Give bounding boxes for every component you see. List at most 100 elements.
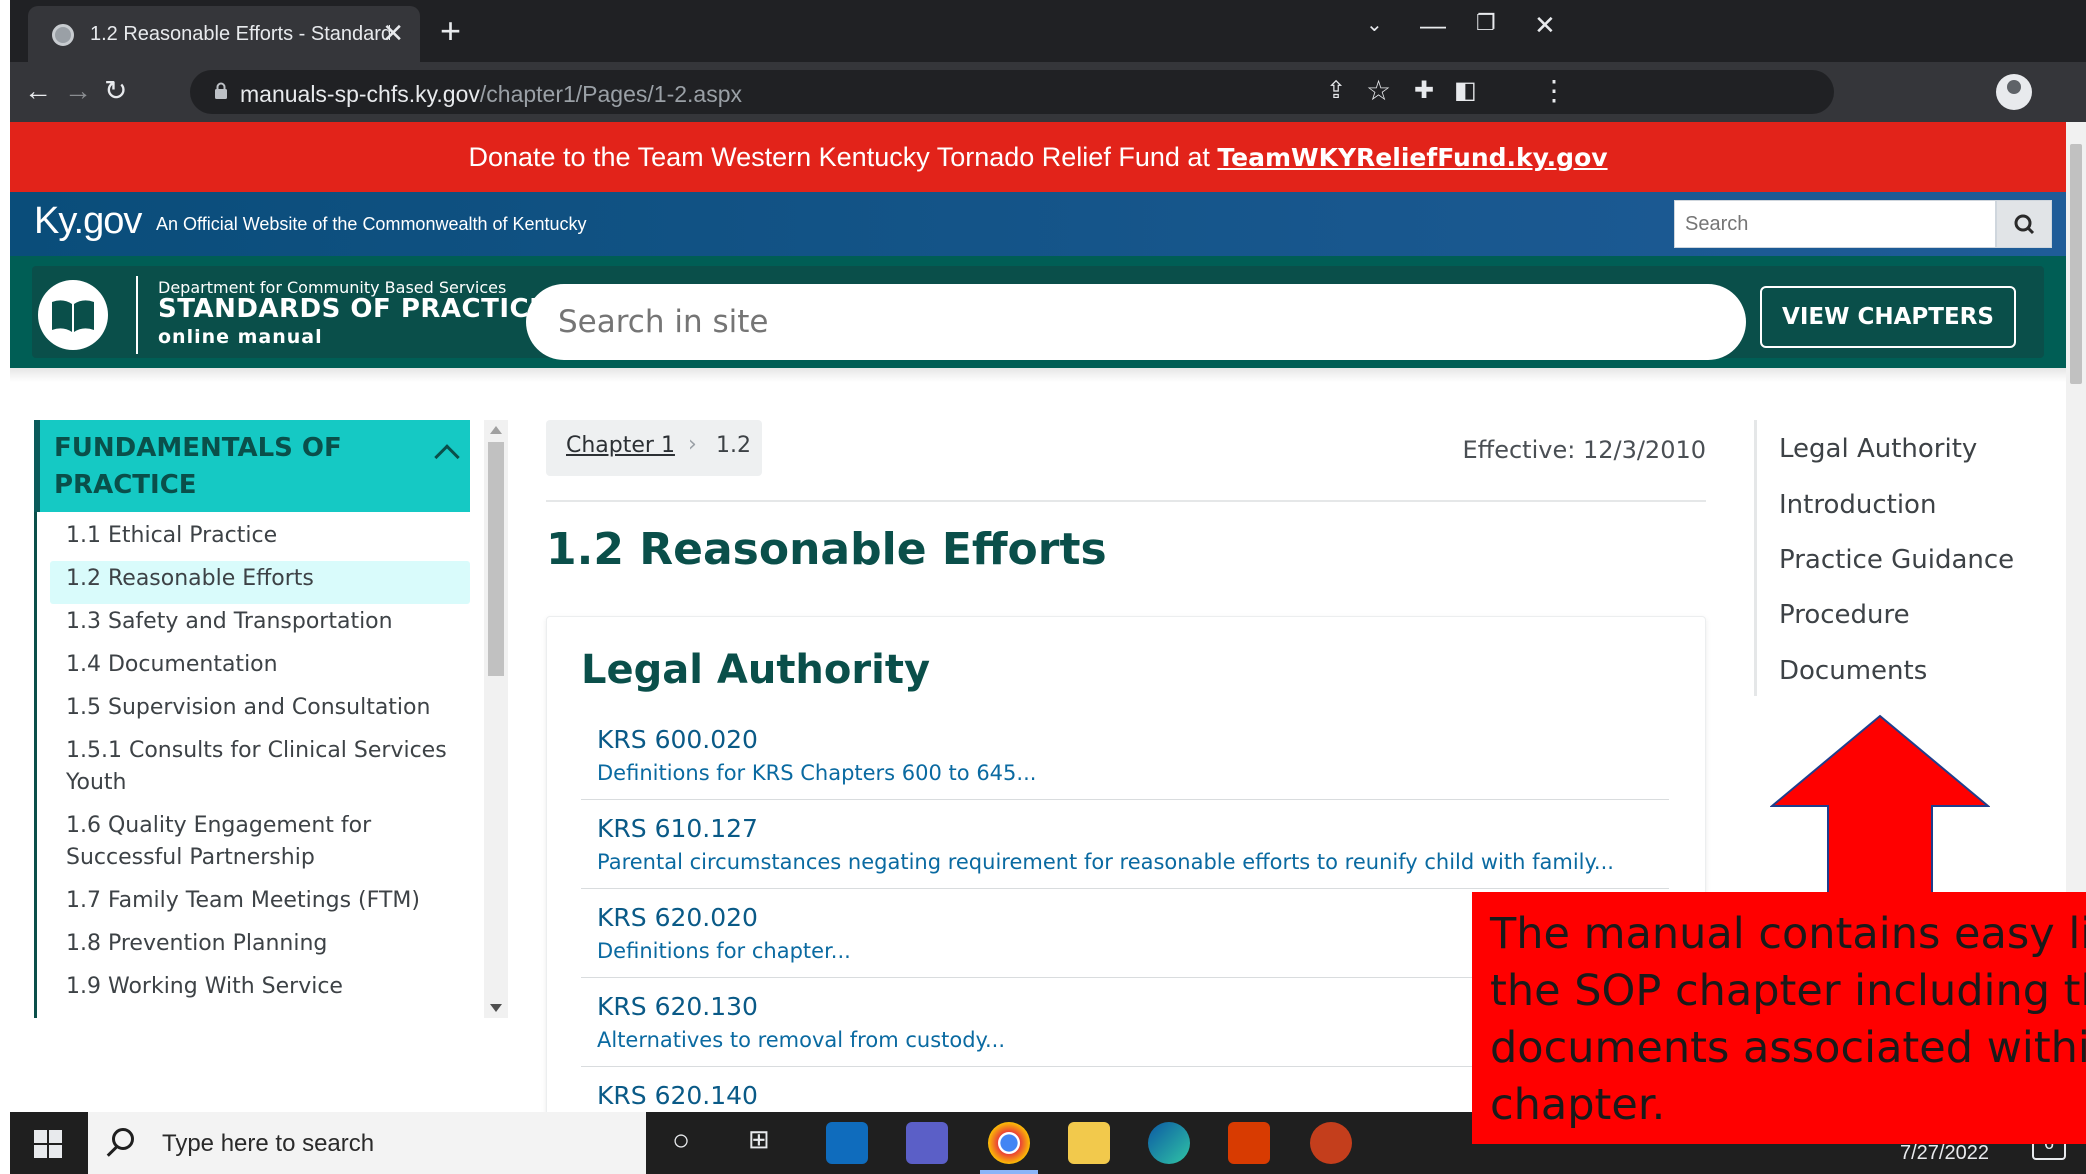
tab-title: 1.2 Reasonable Efforts - Standard [90,23,390,45]
teams-icon[interactable] [906,1122,948,1164]
sop-subtitle: online manual [158,326,323,348]
breadcrumb-chevron-icon: › [688,432,697,457]
taskbar-search[interactable]: Type here to search [88,1112,646,1174]
site-search-input[interactable] [526,284,1746,360]
book-icon [52,300,94,332]
open-book-logo-icon[interactable] [38,280,108,350]
menu-kebab-icon[interactable]: ⋮ [1540,76,1568,106]
chevron-up-icon[interactable] [434,444,460,470]
sidebar-item[interactable]: 1.8 Prevention Planning [50,926,470,969]
relief-fund-banner: Donate to the Team Western Kentucky Torn… [10,122,2066,192]
sidebar-item[interactable]: 1.5 Supervision and Consultation [50,690,470,733]
page-title: 1.2 Reasonable Efforts [546,524,1107,575]
bookmark-star-icon[interactable]: ☆ [1366,76,1391,106]
cortana-circle-icon[interactable]: ○ [672,1124,690,1158]
outlook-icon[interactable] [826,1122,868,1164]
side-panel-icon[interactable]: ◧ [1454,76,1477,106]
banner-text: Donate to the Team Western Kentucky Torn… [468,142,1218,172]
address-bar[interactable]: manuals-sp-chfs.ky.gov/chapter1/Pages/1-… [190,70,1834,114]
share-icon[interactable]: ⇪ [1326,76,1346,106]
tab-search-chevron-icon[interactable]: ⌄ [1366,12,1383,37]
new-tab-button[interactable]: + [440,10,461,52]
kygov-header: Ky.gov An Official Website of the Common… [10,192,2066,256]
taskbar-date[interactable]: 7/27/2022 [1900,1142,1989,1165]
law-description-link[interactable]: Parental circumstances negating requirem… [597,846,1653,878]
close-tab-icon[interactable]: ✕ [382,18,404,49]
law-description-link[interactable]: Definitions for KRS Chapters 600 to 645.… [597,757,1653,789]
powerpoint-icon[interactable] [1310,1122,1352,1164]
back-arrow-icon[interactable]: ← [24,76,52,106]
page-scroll-thumb[interactable] [2070,144,2082,384]
screenshot-left-margin [0,0,10,1174]
sidebar-list: 1.1 Ethical Practice 1.2 Reasonable Effor… [50,518,470,1012]
search-icon [2014,214,2035,235]
scroll-down-arrow-icon[interactable] [490,1004,502,1012]
title-divider [546,500,1706,502]
on-this-page-nav: Legal Authority Introduction Practice Gu… [1754,420,2054,696]
nav-procedure[interactable]: Procedure [1779,600,1910,630]
annotation-line: documents associated within t [1490,1023,2086,1073]
law-code-link[interactable]: KRS 610.127 [597,812,1653,846]
effective-date: Effective: 12/3/2010 [1462,436,1706,464]
sidebar-item[interactable]: 1.9 Working With Service [50,969,470,1012]
view-chapters-button[interactable]: VIEW CHAPTERS [1760,286,2016,348]
scroll-up-arrow-icon[interactable] [490,426,502,434]
kygov-logo[interactable]: Ky.gov [34,200,142,243]
law-code-link[interactable]: KRS 600.020 [597,723,1653,757]
sidebar-scrollbar[interactable] [484,420,508,1018]
sop-title[interactable]: STANDARDS OF PRACTICE [158,294,547,324]
nav-introduction[interactable]: Introduction [1779,490,1936,520]
sidebar-item[interactable]: 1.6 Quality Engagement for Successful Pa… [50,808,470,883]
sidebar-heading-text: FUNDAMENTALS OF PRACTICE [54,433,342,500]
file-explorer-icon[interactable] [1068,1122,1110,1164]
relief-fund-link[interactable]: TeamWKYReliefFund.ky.gov [1217,143,1607,172]
law-item: KRS 610.127 Parental circumstances negati… [581,812,1669,889]
browser-toolbar: ← → ↻ manuals-sp-chfs.ky.gov/chapter1/Pa… [10,62,2086,122]
chapter-sidebar: FUNDAMENTALS OF PRACTICE 1.1 Ethical Pra… [34,420,508,1018]
restore-icon[interactable]: ❐ [1476,10,1496,36]
close-window-icon[interactable]: ✕ [1534,10,1556,41]
annotation-line: the SOP chapter including the [1490,966,2086,1016]
nav-documents[interactable]: Documents [1779,656,1927,686]
kygov-search-box [1674,200,1996,248]
annotation-line: chapter. [1490,1080,1666,1130]
nav-legal-authority[interactable]: Legal Authority [1779,434,1977,464]
sidebar-item[interactable]: 1.4 Documentation [50,647,470,690]
sidebar-item[interactable]: 1.2 Reasonable Efforts [50,561,470,604]
task-view-icon[interactable]: ⊞ [748,1124,770,1155]
url-path: /chapter1/Pages/1-2.aspx [479,81,742,107]
reload-icon[interactable]: ↻ [104,76,127,106]
sidebar-item[interactable]: 1.3 Safety and Transportation [50,604,470,647]
annotation-callout: The manual contains easy links the SOP c… [1472,892,2086,1144]
nav-practice-guidance[interactable]: Practice Guidance [1779,545,2014,575]
sop-header: Department for Community Based Services … [10,256,2066,368]
office-icon[interactable] [1228,1122,1270,1164]
profile-avatar-icon[interactable] [1996,74,2032,110]
minimize-icon[interactable]: — [1420,10,1446,41]
browser-tab[interactable]: 1.2 Reasonable Efforts - Standard ✕ [28,6,420,62]
kygov-search-input[interactable] [1675,201,1995,247]
chrome-icon[interactable] [980,1122,1038,1174]
breadcrumb-current: 1.2 [716,433,751,458]
kygov-search-button[interactable] [1996,200,2052,248]
breadcrumb-chapter-link[interactable]: Chapter 1 [566,433,675,458]
sidebar-item[interactable]: 1.7 Family Team Meetings (FTM) [50,883,470,926]
red-up-arrow-icon [1770,714,1990,894]
taskbar-search-text: Type here to search [162,1130,375,1157]
sidebar-item[interactable]: 1.1 Ethical Practice [50,518,470,561]
sidebar-item[interactable]: 1.5.1 Consults for Clinical Services You… [50,733,470,808]
sidebar-heading[interactable]: FUNDAMENTALS OF PRACTICE [34,420,470,512]
url-host: manuals-sp-chfs.ky.gov [240,81,480,107]
edge-icon[interactable] [1148,1122,1190,1164]
sidebar-accent-line [34,512,37,1018]
forward-arrow-icon[interactable]: → [64,76,92,106]
sidebar-scroll-thumb[interactable] [488,442,504,676]
screen: 1.2 Reasonable Efforts - Standard ✕ + ⌄ … [0,0,2086,1174]
windows-start-icon[interactable] [34,1130,62,1158]
search-icon [112,1128,134,1150]
url-text: manuals-sp-chfs.ky.gov/chapter1/Pages/1-… [240,81,742,108]
site-favicon-icon [52,24,74,46]
annotation-line: The manual contains easy links [1490,909,2086,959]
extensions-puzzle-icon[interactable]: ✚ [1414,76,1434,106]
section-title: Legal Authority [581,647,931,693]
